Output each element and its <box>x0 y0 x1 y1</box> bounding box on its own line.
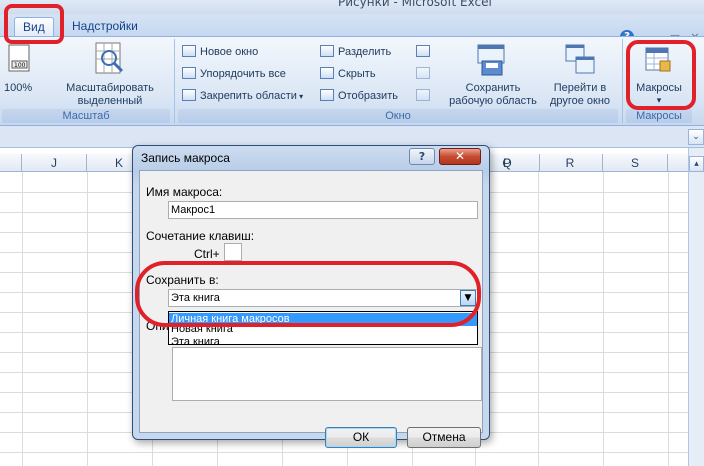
grid-column-line <box>87 172 88 466</box>
ribbon: 100 100% Масштабировать выделенный фрагм… <box>0 36 704 126</box>
split-icon <box>320 45 334 58</box>
grid-column-line <box>538 172 539 466</box>
column-header-partial[interactable] <box>0 154 22 172</box>
hide-button[interactable]: Скрыть <box>320 65 376 83</box>
record-macro-dialog: Запись макроса ? ✕ Имя макроса: Макрос1 … <box>132 145 490 448</box>
window-title: Рисунки - Microsoft Excel <box>338 0 492 9</box>
title-bar: Рисунки - Microsoft Excel <box>0 0 704 14</box>
svg-text:100: 100 <box>14 62 26 69</box>
macros-button[interactable]: Макросы ▾ <box>628 39 690 105</box>
ok-button[interactable]: ОК <box>325 427 397 448</box>
side-by-side-icon <box>416 45 430 58</box>
description-textarea[interactable] <box>172 347 482 401</box>
macro-name-input[interactable]: Макрос1 <box>168 201 478 219</box>
column-header[interactable]: J <box>22 154 87 172</box>
split-button[interactable]: Разделить <box>320 43 391 61</box>
dialog-title: Запись макроса <box>141 151 230 165</box>
arrange-all-button[interactable]: Упорядочить все <box>182 65 286 83</box>
dropdown-option[interactable]: Новая книга <box>169 323 477 336</box>
side-by-side-button[interactable] <box>416 43 434 61</box>
scroll-up-icon[interactable]: ▴ <box>689 156 704 172</box>
unhide-button[interactable]: Отобразить <box>320 87 398 105</box>
save-workspace-button[interactable]: Сохранить рабочую область <box>444 39 542 107</box>
dropdown-option[interactable]: Эта книга <box>169 336 477 349</box>
macros-icon <box>645 47 671 72</box>
store-in-combo[interactable]: Эта книга <box>168 289 478 307</box>
reset-position-icon <box>416 89 430 102</box>
zoom-selection-label-1: Масштабировать <box>66 82 154 94</box>
switch-windows-label-1: Перейти в <box>553 82 607 94</box>
window-group-label: Окно <box>178 109 618 123</box>
group-separator <box>622 39 623 123</box>
arrange-all-icon <box>182 67 196 80</box>
grid-column-line <box>603 172 604 466</box>
unhide-icon <box>320 89 334 102</box>
column-header[interactable]: S <box>603 154 668 172</box>
dialog-help-button[interactable]: ? <box>409 148 435 165</box>
combo-dropdown-icon[interactable]: ▼ <box>460 290 476 306</box>
column-header[interactable]: R <box>538 154 603 172</box>
page-100-icon: 100 <box>8 44 30 72</box>
store-in-label: Сохранить в: <box>146 273 219 287</box>
grid-column-line <box>668 172 669 466</box>
dialog-body: Имя макроса: Макрос1 Сочетание клавиш: C… <box>139 170 483 448</box>
cancel-button[interactable]: Отмена <box>407 427 481 448</box>
store-in-dropdown-list[interactable]: Личная книга макросов Новая книга Эта кн… <box>168 311 478 348</box>
chevron-down-icon: ▾ <box>296 92 304 101</box>
new-window-button[interactable]: Новое окно <box>182 43 258 61</box>
freeze-panes-label: Закрепить области <box>200 90 297 102</box>
ribbon-tabs: Вид Надстройки ? – ▭ × <box>0 14 704 44</box>
hide-icon <box>320 67 334 80</box>
description-label: Опи <box>146 319 169 333</box>
split-label: Разделить <box>338 46 392 58</box>
switch-windows-icon <box>565 44 595 74</box>
sync-scroll-icon <box>416 67 430 80</box>
switch-windows-label-2: другое окно <box>549 95 611 107</box>
new-window-label: Новое окно <box>200 46 259 58</box>
save-workspace-icon <box>477 44 505 76</box>
shortcut-key-input[interactable] <box>224 243 242 261</box>
zoom-100-button[interactable]: 100 100% <box>2 39 36 105</box>
zoom-to-selection-button[interactable]: Масштабировать выделенный фрагмент <box>52 39 168 120</box>
hide-label: Скрыть <box>338 68 376 80</box>
sync-scroll-button[interactable] <box>416 65 434 83</box>
freeze-panes-icon <box>182 89 196 102</box>
shortcut-label: Сочетание клавиш: <box>146 229 255 243</box>
vertical-scrollbar[interactable]: ▴ <box>688 148 704 466</box>
zoom-100-label: 100% <box>4 82 33 94</box>
grid-column-line <box>22 172 23 466</box>
new-window-icon <box>182 45 196 58</box>
freeze-panes-button[interactable]: Закрепить области ▾ <box>182 87 303 105</box>
shortcut-prefix: Ctrl+ <box>194 247 220 261</box>
macro-name-label: Имя макроса: <box>146 185 223 199</box>
chevron-down-icon: ▾ <box>656 95 662 105</box>
arrange-all-label: Упорядочить все <box>200 68 286 80</box>
group-separator <box>174 39 175 123</box>
macros-group-label: Макросы <box>626 109 692 123</box>
save-workspace-label-1: Сохранить <box>465 82 521 94</box>
grid-row-line <box>0 452 688 453</box>
save-workspace-label-2: рабочую область <box>449 95 537 107</box>
tab-addins[interactable]: Надстройки <box>64 17 146 36</box>
switch-windows-button[interactable]: Перейти в другое окно <box>544 39 616 107</box>
expand-formula-bar-icon[interactable]: ⌄ <box>688 129 704 145</box>
unhide-label: Отобразить <box>338 90 398 102</box>
scale-group-label: Масштаб <box>2 109 170 123</box>
zoom-selection-icon <box>95 42 124 74</box>
reset-position-button[interactable] <box>416 87 434 105</box>
tab-view[interactable]: Вид <box>14 17 54 36</box>
dialog-close-button[interactable]: ✕ <box>439 148 481 165</box>
